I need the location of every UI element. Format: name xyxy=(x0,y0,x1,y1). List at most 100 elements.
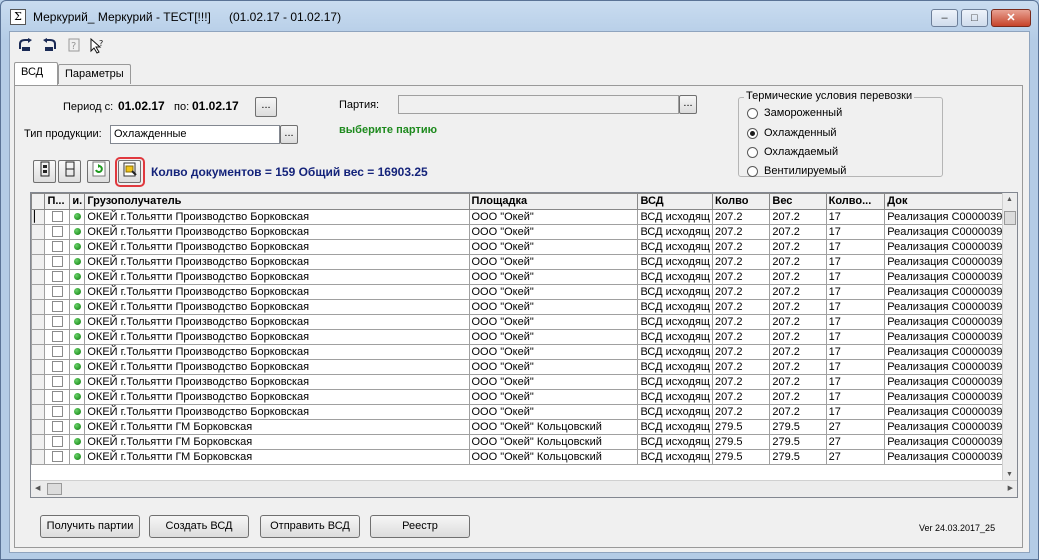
table-row[interactable]: ОКЕЙ г.Тольятти Производство Борковская О… xyxy=(31,239,1017,255)
cell-consignee[interactable]: ОКЕЙ г.Тольятти ГМ Борковская xyxy=(84,434,470,450)
forward-icon[interactable] xyxy=(40,38,58,56)
cell-count[interactable]: 17 xyxy=(825,314,886,330)
cell-qty[interactable]: 207.2 xyxy=(711,224,771,240)
grid-horizontal-scroll-thumb[interactable] xyxy=(47,483,62,495)
cell-weight[interactable]: 207.2 xyxy=(769,344,827,360)
cell-weight[interactable]: 207.2 xyxy=(769,404,827,420)
radio-ventilated[interactable]: Вентилируемый xyxy=(747,165,846,177)
row-indicator[interactable] xyxy=(31,284,46,300)
cell-count[interactable]: 27 xyxy=(825,449,886,465)
cell-site[interactable]: ООО "Окей" xyxy=(468,329,639,345)
row-checkbox[interactable] xyxy=(51,316,63,328)
cell-doc[interactable]: Реализация C0000039 xyxy=(884,404,1017,420)
row-indicator[interactable] xyxy=(31,419,46,435)
cell-consignee[interactable]: ОКЕЙ г.Тольятти Производство Борковская xyxy=(84,209,470,225)
cell-count[interactable]: 17 xyxy=(825,359,886,375)
header-doc[interactable]: Док xyxy=(884,193,1017,210)
cell-weight[interactable]: 207.2 xyxy=(769,239,827,255)
cell-weight[interactable]: 207.2 xyxy=(769,359,827,375)
cell-qty[interactable]: 207.2 xyxy=(711,314,771,330)
cell-site[interactable]: ООО "Окей" xyxy=(468,314,639,330)
cell-count[interactable]: 17 xyxy=(825,374,886,390)
row-checkbox[interactable] xyxy=(51,241,63,253)
cell-weight[interactable]: 207.2 xyxy=(769,269,827,285)
cell-vsd[interactable]: ВСД исходящ xyxy=(637,449,713,465)
cell-weight[interactable]: 207.2 xyxy=(769,254,827,270)
cell-consignee[interactable]: ОКЕЙ г.Тольятти Производство Борковская xyxy=(84,254,470,270)
cell-vsd[interactable]: ВСД исходящ xyxy=(637,209,713,225)
row-indicator[interactable] xyxy=(31,224,46,240)
cell-count[interactable]: 27 xyxy=(825,434,886,450)
cell-doc[interactable]: Реализация C0000039 xyxy=(884,209,1017,225)
cell-doc[interactable]: Реализация C0000039 xyxy=(884,314,1017,330)
cell-doc[interactable]: Реализация C0000039 xyxy=(884,419,1017,435)
cell-consignee[interactable]: ОКЕЙ г.Тольятти Производство Борковская xyxy=(84,359,470,375)
cell-vsd[interactable]: ВСД исходящ xyxy=(637,329,713,345)
cell-vsd[interactable]: ВСД исходящ xyxy=(637,224,713,240)
cell-qty[interactable]: 207.2 xyxy=(711,209,771,225)
row-checkbox[interactable] xyxy=(51,436,63,448)
scroll-right-arrow-icon[interactable]: ▶ xyxy=(1008,484,1013,492)
cell-site[interactable]: ООО "Окей" xyxy=(468,284,639,300)
minimize-button[interactable]: – xyxy=(931,9,958,27)
product-type-field[interactable]: Охлажденные xyxy=(110,125,280,144)
header-status[interactable]: и. xyxy=(69,193,86,210)
row-checkbox[interactable] xyxy=(51,256,63,268)
radio-cooled[interactable]: Охлаждаемый xyxy=(747,146,838,158)
get-batches-button[interactable]: Получить партии xyxy=(40,515,140,538)
send-vsd-button[interactable]: Отправить ВСД xyxy=(260,515,360,538)
cell-site[interactable]: ООО "Окей" xyxy=(468,299,639,315)
cell-weight[interactable]: 207.2 xyxy=(769,389,827,405)
cell-weight[interactable]: 207.2 xyxy=(769,329,827,345)
row-indicator[interactable] xyxy=(31,269,46,285)
table-row[interactable]: ОКЕЙ г.Тольятти Производство Борковская О… xyxy=(31,404,1017,420)
cell-count[interactable]: 17 xyxy=(825,224,886,240)
table-row[interactable]: ОКЕЙ г.Тольятти Производство Борковская О… xyxy=(31,314,1017,330)
cell-site[interactable]: ООО "Окей" xyxy=(468,224,639,240)
cell-doc[interactable]: Реализация C0000039 xyxy=(884,344,1017,360)
cell-vsd[interactable]: ВСД исходящ xyxy=(637,359,713,375)
refresh-icon[interactable] xyxy=(87,160,110,183)
cell-doc[interactable]: Реализация C0000039 xyxy=(884,239,1017,255)
row-checkbox[interactable] xyxy=(51,391,63,403)
grid-vertical-scroll-thumb[interactable] xyxy=(1004,211,1016,225)
cell-weight[interactable]: 207.2 xyxy=(769,374,827,390)
row-checkbox[interactable] xyxy=(51,406,63,418)
table-row[interactable]: ОКЕЙ г.Тольятти ГМ Борковская ООО "Окей" … xyxy=(31,419,1017,435)
table-row[interactable]: ОКЕЙ г.Тольятти Производство Борковская О… xyxy=(31,224,1017,240)
cell-vsd[interactable]: ВСД исходящ xyxy=(637,404,713,420)
cell-site[interactable]: ООО "Окей" xyxy=(468,389,639,405)
back-icon[interactable] xyxy=(17,38,35,56)
cell-site[interactable]: ООО "Окей" Кольцовский xyxy=(468,434,639,450)
maximize-button[interactable]: □ xyxy=(961,9,988,27)
grid-vertical-scrollbar[interactable]: ▲ ▼ xyxy=(1002,193,1017,481)
cell-count[interactable]: 17 xyxy=(825,284,886,300)
row-checkbox[interactable] xyxy=(51,421,63,433)
cell-weight[interactable]: 207.2 xyxy=(769,209,827,225)
cell-qty[interactable]: 279.5 xyxy=(711,449,771,465)
close-button[interactable]: ✕ xyxy=(991,9,1031,27)
cell-count[interactable]: 17 xyxy=(825,299,886,315)
header-count[interactable]: Колво... xyxy=(825,193,886,210)
cell-weight[interactable]: 207.2 xyxy=(769,314,827,330)
row-checkbox[interactable] xyxy=(51,376,63,388)
period-picker-button[interactable]: ... xyxy=(255,97,277,117)
radio-frozen[interactable]: Замороженный xyxy=(747,107,842,119)
cell-doc[interactable]: Реализация C0000039 xyxy=(884,389,1017,405)
cell-count[interactable]: 17 xyxy=(825,404,886,420)
cell-count[interactable]: 17 xyxy=(825,239,886,255)
cell-qty[interactable]: 207.2 xyxy=(711,239,771,255)
cell-vsd[interactable]: ВСД исходящ xyxy=(637,299,713,315)
cell-vsd[interactable]: ВСД исходящ xyxy=(637,389,713,405)
cell-qty[interactable]: 207.2 xyxy=(711,359,771,375)
cell-qty[interactable]: 207.2 xyxy=(711,344,771,360)
cell-doc[interactable]: Реализация C0000039 xyxy=(884,434,1017,450)
cell-weight[interactable]: 279.5 xyxy=(769,419,827,435)
cell-consignee[interactable]: ОКЕЙ г.Тольятти Производство Борковская xyxy=(84,299,470,315)
cell-consignee[interactable]: ОКЕЙ г.Тольятти Производство Борковская xyxy=(84,314,470,330)
table-row[interactable]: ▏ ОКЕЙ г.Тольятти Производство Борковская… xyxy=(31,209,1017,225)
cell-doc[interactable]: Реализация C0000039 xyxy=(884,374,1017,390)
table-row[interactable]: ОКЕЙ г.Тольятти Производство Борковская О… xyxy=(31,329,1017,345)
cell-doc[interactable]: Реализация C0000039 xyxy=(884,254,1017,270)
row-checkbox[interactable] xyxy=(51,226,63,238)
